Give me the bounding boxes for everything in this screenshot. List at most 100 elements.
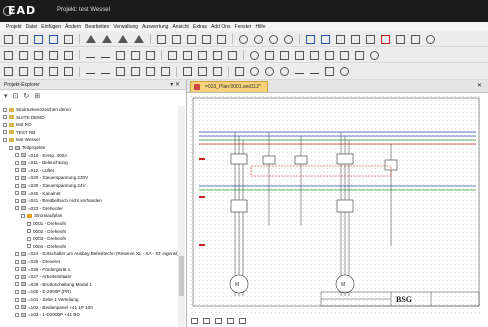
- prev-sheet-icon[interactable]: [203, 318, 210, 324]
- symbol-icon[interactable]: [336, 34, 345, 44]
- tree-node[interactable]: =012 - Lüfter: [15, 167, 54, 174]
- table-icon[interactable]: [355, 50, 364, 60]
- plc-icon[interactable]: [265, 50, 274, 60]
- menu-bearbeiten[interactable]: Bearbeiten: [85, 24, 109, 30]
- tree-node[interactable]: TEST RB: [3, 129, 35, 136]
- tree-node[interactable]: =027 - Arbeitsmittaler: [15, 273, 72, 280]
- tab-schematic-page[interactable]: =023_Plan:0001.sed112*: [190, 81, 268, 92]
- expand-toggle-icon[interactable]: [15, 198, 19, 203]
- tree-node[interactable]: =030 - Steuerspannung 24V: [15, 182, 86, 189]
- spline-icon[interactable]: [310, 69, 319, 74]
- layer-icon[interactable]: [213, 50, 222, 60]
- tree-node[interactable]: test Wessel: [3, 136, 40, 143]
- last-page-icon[interactable]: [134, 35, 144, 43]
- zoom-in-icon[interactable]: [239, 34, 248, 44]
- tree-node[interactable]: =028 - Bruttoschaltung Modul 1: [15, 281, 92, 288]
- interrupt-point-icon[interactable]: [146, 50, 155, 60]
- cable-icon[interactable]: [366, 34, 375, 44]
- menu-einfuegen[interactable]: Einfügen: [41, 24, 61, 30]
- tree-node[interactable]: =040 - Kanalnet: [15, 190, 61, 197]
- line-icon[interactable]: [86, 69, 95, 74]
- tree-node[interactable]: =041 - Breitbelbuch nicht vorhanden: [15, 197, 102, 204]
- menu-projekt[interactable]: Projekt: [6, 24, 22, 30]
- menu-ansicht[interactable]: Ansicht: [172, 24, 188, 30]
- expand-toggle-icon[interactable]: [27, 236, 31, 241]
- ortho-icon[interactable]: [198, 50, 207, 60]
- tree-node[interactable]: =103 - 1-D2000P +41 BD: [15, 311, 80, 318]
- block-icon[interactable]: [228, 50, 237, 60]
- zoom-window-icon[interactable]: [269, 34, 278, 44]
- italic-icon[interactable]: [49, 67, 58, 76]
- wire-bus-icon[interactable]: [101, 53, 110, 58]
- expand-toggle-icon[interactable]: [27, 221, 31, 226]
- report-icon[interactable]: [396, 34, 405, 44]
- expand-toggle-icon[interactable]: [15, 183, 19, 188]
- mirror-icon[interactable]: [49, 50, 58, 60]
- arc-icon[interactable]: [265, 67, 274, 76]
- expand-toggle-icon[interactable]: [15, 175, 19, 180]
- help-icon[interactable]: [426, 34, 435, 44]
- menu-hilfe[interactable]: Hilfe: [255, 24, 265, 30]
- open-icon[interactable]: [19, 34, 28, 44]
- underline-icon[interactable]: [64, 67, 73, 76]
- expand-toggle-icon[interactable]: [15, 191, 19, 196]
- potential-icon[interactable]: [116, 50, 125, 60]
- tree-node[interactable]: =102 - Bedienpanel +41 1P 100: [15, 304, 93, 311]
- expand-toggle-icon[interactable]: [15, 160, 19, 165]
- macro-icon[interactable]: [280, 50, 289, 60]
- cut-icon[interactable]: [187, 34, 196, 44]
- new-icon[interactable]: [4, 34, 13, 44]
- tree-node[interactable]: =023 - Dreheofer: [15, 205, 63, 212]
- image-icon[interactable]: [340, 50, 349, 60]
- snap-icon[interactable]: [183, 50, 192, 60]
- undo-icon[interactable]: [157, 34, 166, 44]
- tree-node[interactable]: =101 - Seite 1 Verteilung: [15, 296, 78, 303]
- save-all-icon[interactable]: [49, 34, 58, 44]
- expand-toggle-icon[interactable]: [15, 312, 19, 317]
- tree-node[interactable]: 0003 - Dreheofn: [27, 235, 66, 242]
- format-icon[interactable]: [4, 67, 13, 76]
- polyline-icon[interactable]: [101, 69, 110, 74]
- expand-toggle-icon[interactable]: [21, 213, 25, 218]
- text-icon[interactable]: [310, 50, 319, 60]
- copy-icon[interactable]: [202, 34, 211, 44]
- tree-node[interactable]: =100 - E-2000P (PR): [15, 288, 71, 295]
- device-icon[interactable]: [250, 50, 259, 60]
- rotate-icon[interactable]: [34, 50, 43, 60]
- tree-node[interactable]: =010 - Einsp. 400A: [15, 152, 67, 159]
- expand-toggle-icon[interactable]: [15, 282, 19, 287]
- print-icon[interactable]: [64, 34, 73, 44]
- collapse-icon[interactable]: ⊡: [13, 92, 19, 100]
- line-style-icon[interactable]: [116, 67, 125, 76]
- panel-controls[interactable]: ▾ ✕: [170, 81, 180, 88]
- last-sheet-icon[interactable]: [227, 318, 234, 324]
- expand-toggle-icon[interactable]: [15, 274, 19, 279]
- menu-verwaltung[interactable]: Verwaltung: [113, 24, 138, 30]
- grid-icon[interactable]: [168, 50, 177, 60]
- line-width-icon[interactable]: [131, 67, 140, 76]
- tree-node[interactable]: 0004 - Dreheofn: [27, 243, 66, 250]
- paste-icon[interactable]: [217, 34, 226, 44]
- bold-icon[interactable]: [34, 67, 43, 76]
- color-icon[interactable]: [161, 67, 170, 76]
- rectangle-icon[interactable]: [235, 67, 244, 76]
- expand-toggle-icon[interactable]: [3, 137, 7, 142]
- expand-toggle-icon[interactable]: [15, 168, 19, 173]
- expand-toggle-icon[interactable]: [3, 122, 7, 127]
- tree-scrollbar[interactable]: [178, 106, 185, 327]
- zoom-out-icon[interactable]: [254, 34, 263, 44]
- tree-node[interactable]: SUITE DEMO: [3, 114, 45, 121]
- settings-icon[interactable]: [411, 34, 420, 44]
- terminal-icon[interactable]: [351, 34, 360, 44]
- first-page-icon[interactable]: [86, 35, 96, 43]
- expand-toggle-icon[interactable]: [15, 259, 19, 264]
- tree-node[interactable]: Teilprojekte: [9, 144, 45, 151]
- zoom-sheet-icon[interactable]: [239, 318, 246, 324]
- expand-toggle-icon[interactable]: [15, 206, 19, 211]
- fill-icon[interactable]: [146, 67, 155, 76]
- next-page-icon[interactable]: [118, 35, 128, 43]
- text-size-icon[interactable]: [183, 67, 192, 76]
- filter-icon[interactable]: ⊞: [34, 92, 40, 100]
- prev-page-icon[interactable]: [102, 35, 112, 43]
- font-icon[interactable]: [19, 67, 28, 76]
